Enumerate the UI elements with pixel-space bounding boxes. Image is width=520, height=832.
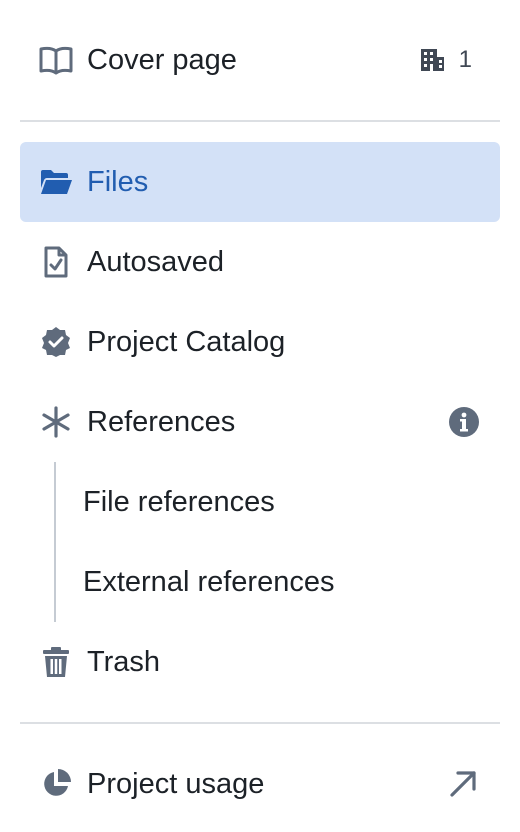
sidebar-item-label: Files — [87, 166, 149, 198]
sidebar-item-files[interactable]: Files — [20, 142, 500, 222]
project-sidebar: Cover page 1 Files Autosaved Project Cat… — [0, 0, 520, 832]
divider — [20, 722, 500, 724]
pie-chart-icon — [38, 766, 74, 802]
cover-page-count: 1 — [419, 46, 472, 74]
verified-badge-icon — [38, 324, 74, 360]
sidebar-subitem-label: File references — [83, 486, 275, 518]
building-icon — [419, 47, 445, 73]
sidebar-item-label: Cover page — [87, 44, 237, 76]
sidebar-item-references[interactable]: References — [20, 382, 500, 462]
sidebar-item-label: References — [87, 406, 236, 438]
sidebar-subitem-file-references[interactable]: File references — [20, 462, 500, 542]
info-icon[interactable] — [448, 406, 480, 438]
divider — [20, 120, 500, 122]
trash-icon — [38, 644, 74, 680]
sidebar-subitem-label: External references — [83, 566, 335, 598]
sidebar-item-label: Project usage — [87, 768, 265, 800]
sidebar-item-trash[interactable]: Trash — [20, 622, 500, 702]
sidebar-subitem-external-references[interactable]: External references — [20, 542, 500, 622]
document-check-icon — [38, 244, 74, 280]
sidebar-item-autosaved[interactable]: Autosaved — [20, 222, 500, 302]
sidebar-item-project-usage[interactable]: Project usage — [20, 744, 500, 824]
sidebar-item-label: Trash — [87, 646, 161, 678]
cover-page-count-value: 1 — [458, 46, 472, 73]
folder-open-icon — [38, 164, 74, 200]
sidebar-item-project-catalog[interactable]: Project Catalog — [20, 302, 500, 382]
arrow-top-right-icon[interactable] — [448, 769, 478, 799]
sidebar-item-label: Project Catalog — [87, 326, 286, 358]
sidebar-item-cover-page[interactable]: Cover page 1 — [20, 20, 500, 100]
book-open-icon — [38, 42, 74, 78]
asterisk-icon — [38, 404, 74, 440]
sidebar-item-label: Autosaved — [87, 246, 225, 278]
